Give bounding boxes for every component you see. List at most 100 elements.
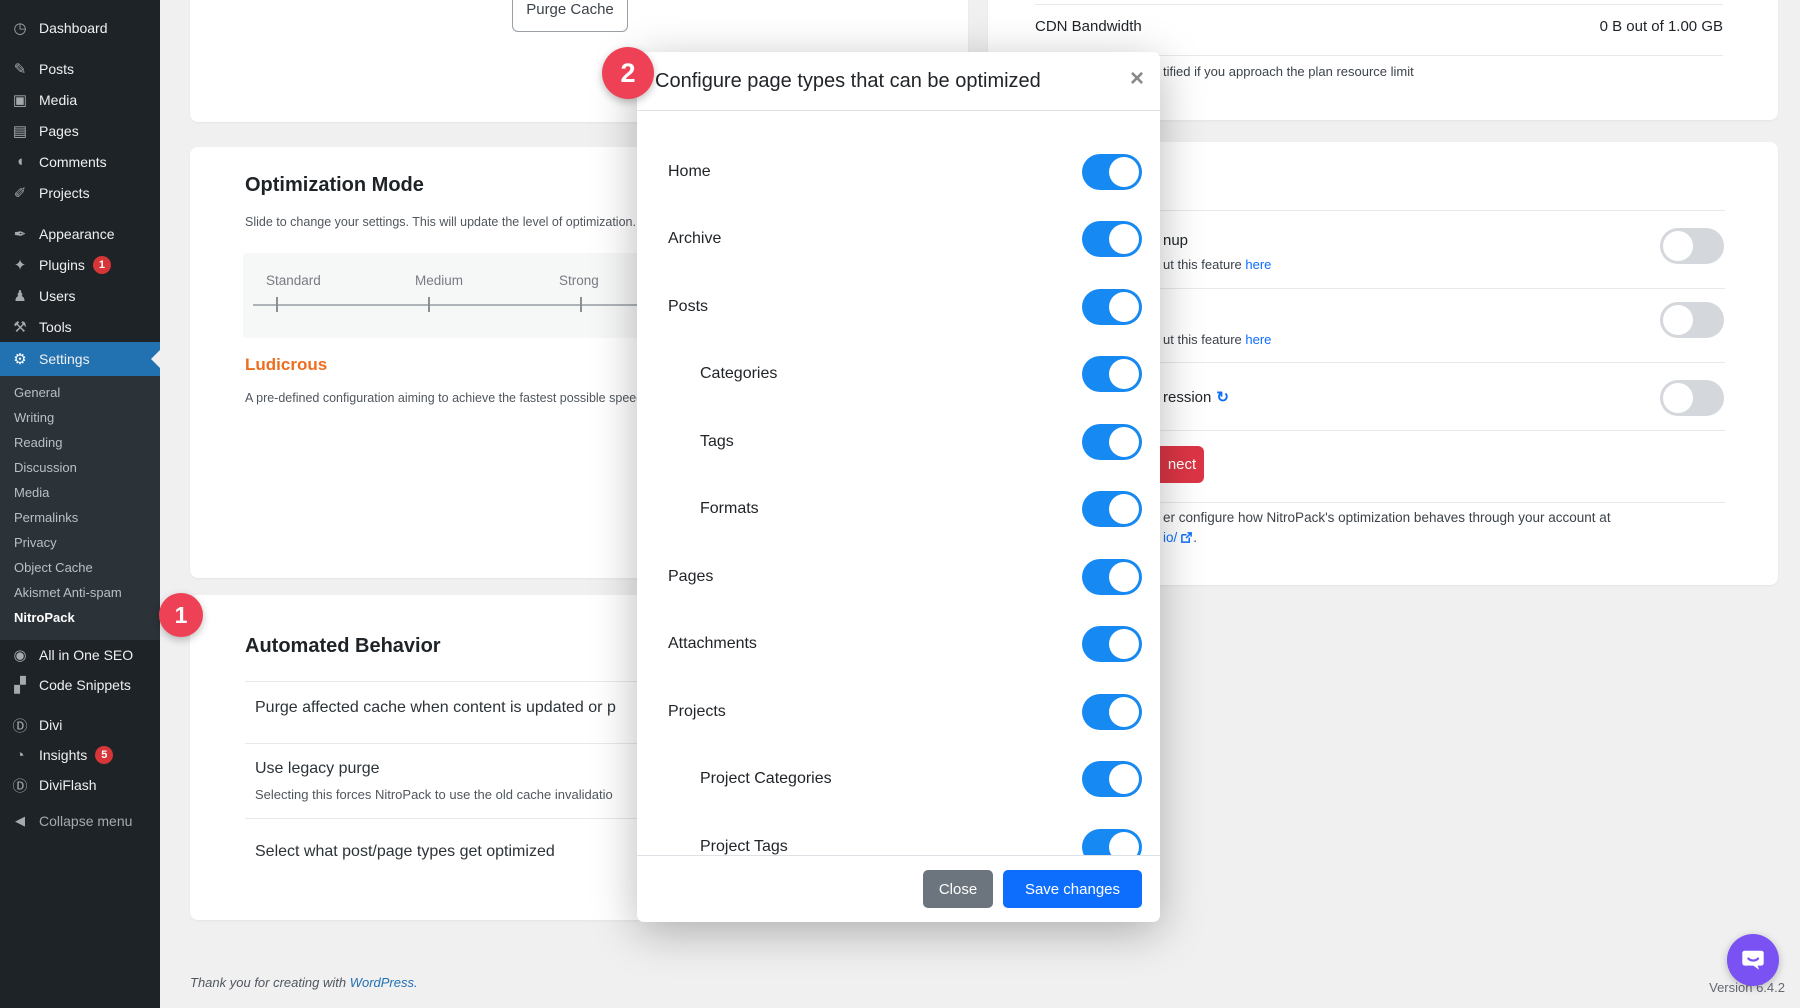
divi-icon: Ⓓ: [10, 715, 30, 736]
save-changes-button[interactable]: Save changes: [1003, 870, 1142, 908]
plugins-icon: ✦: [10, 256, 30, 274]
feature-1-here-link[interactable]: here: [1245, 257, 1271, 272]
page-type-row-tags: Tags: [637, 424, 1160, 460]
disconnect-button[interactable]: nect: [1160, 446, 1204, 483]
page-type-row-posts: Posts: [637, 289, 1160, 325]
sidebar-item-comments[interactable]: ◖ Comments: [0, 146, 160, 177]
toggle-attachments[interactable]: [1082, 626, 1142, 662]
chat-widget-button[interactable]: [1727, 934, 1779, 986]
sidebar-main-menu: ◷Dashboard ✎Posts ▣Media ▤Pages ◖ Comment…: [0, 12, 160, 376]
sidebar-item-label: All in One SEO: [39, 647, 133, 663]
toggle-projects[interactable]: [1082, 694, 1142, 730]
page-type-label: Pages: [668, 559, 713, 595]
page-type-row-projects: Projects: [637, 694, 1160, 730]
page-type-row-pages: Pages: [637, 559, 1160, 595]
sidebar-item-plugins[interactable]: ✦Plugins1: [0, 249, 160, 280]
sidebar-item-diviflash[interactable]: ⒹDiviFlash: [0, 770, 160, 800]
purge-cache-button[interactable]: Purge Cache: [512, 0, 628, 32]
sidebar-item-label: Users: [39, 288, 76, 304]
wordpress-link[interactable]: WordPress.: [350, 975, 418, 990]
slider-tick: [428, 297, 430, 312]
sidebar-item-divi[interactable]: ⒹDivi: [0, 710, 160, 740]
feature-1-toggle[interactable]: [1660, 228, 1724, 264]
sidebar-item-all-in-one-seo[interactable]: ◉All in One SEO: [0, 640, 160, 670]
tools-icon: ⚒: [10, 318, 30, 336]
submenu-item-media[interactable]: Media: [0, 480, 160, 505]
page-type-row-categories: Categories: [637, 356, 1160, 392]
submenu-item-nitropack[interactable]: NitroPack: [0, 605, 160, 630]
feature-1-note: ut this feature here: [1163, 257, 1271, 272]
page-type-label: Project Categories: [700, 761, 832, 797]
automated-behavior-title: Automated Behavior: [245, 635, 441, 658]
sidebar-item-label: DiviFlash: [39, 777, 97, 793]
sidebar-item-label: Dashboard: [39, 20, 108, 36]
selected-mode-name: Ludicrous: [245, 355, 327, 375]
sidebar-item-media[interactable]: ▣Media: [0, 84, 160, 115]
admin-sidebar: ◷Dashboard ✎Posts ▣Media ▤Pages ◖ Comment…: [0, 0, 160, 1008]
toggle-knob: [1663, 383, 1693, 413]
collapse-menu-button[interactable]: ◀ Collapse menu: [0, 806, 160, 836]
select-post-page-types-label: Select what post/page types get optimize…: [255, 843, 555, 861]
active-item-arrow: [142, 350, 160, 368]
feature-2-toggle[interactable]: [1660, 302, 1724, 338]
toggle-tags[interactable]: [1082, 424, 1142, 460]
toggle-knob: [1109, 359, 1139, 389]
toggle-knob: [1109, 562, 1139, 592]
page-types-modal: Configure page types that can be optimiz…: [637, 52, 1160, 922]
users-icon: ♟: [10, 287, 30, 305]
slider-tick: [580, 297, 582, 312]
sidebar-item-dashboard[interactable]: ◷Dashboard: [0, 12, 160, 43]
cdn-bandwidth-value: 0 B out of 1.00 GB: [1600, 18, 1723, 35]
sidebar-item-posts[interactable]: ✎Posts: [0, 53, 160, 84]
sidebar-item-label: Insights: [39, 747, 87, 763]
toggle-archive[interactable]: [1082, 221, 1142, 257]
sidebar-item-label: Projects: [39, 185, 90, 201]
submenu-item-akismet[interactable]: Akismet Anti-spam: [0, 580, 160, 605]
settings-icon: ⚙: [10, 350, 30, 368]
sidebar-item-users[interactable]: ♟ Users: [0, 280, 160, 311]
close-button[interactable]: Close: [923, 870, 993, 908]
submenu-item-object-cache[interactable]: Object Cache: [0, 555, 160, 580]
submenu-item-general[interactable]: General: [0, 380, 160, 405]
sidebar-item-settings[interactable]: ⚙Settings: [0, 342, 160, 376]
footer-thanks-text: Thank you for creating with WordPress.: [190, 975, 418, 990]
submenu-item-privacy[interactable]: Privacy: [0, 530, 160, 555]
refresh-icon[interactable]: ↻: [1216, 389, 1229, 406]
page-type-label: Attachments: [668, 626, 757, 662]
toggle-formats[interactable]: [1082, 491, 1142, 527]
submenu-item-permalinks[interactable]: Permalinks: [0, 505, 160, 530]
page-type-label: Projects: [668, 694, 726, 730]
toggle-project-tags[interactable]: [1082, 829, 1142, 855]
submenu-item-writing[interactable]: Writing: [0, 405, 160, 430]
comments-icon: ◖: [10, 153, 30, 170]
insights-icon: ◔: [10, 747, 30, 764]
feature-2-note-text: ut this feature: [1163, 332, 1245, 347]
sidebar-item-label: Comments: [39, 154, 107, 170]
slider-tick: [276, 297, 278, 312]
submenu-item-reading[interactable]: Reading: [0, 430, 160, 455]
toggle-posts[interactable]: [1082, 289, 1142, 325]
optimization-mode-title: Optimization Mode: [245, 174, 424, 197]
sidebar-plugins-menu: ◉All in One SEO ▞Code Snippets ⒹDivi ◔ In…: [0, 640, 160, 800]
collapse-arrow-icon: ◀: [10, 813, 30, 829]
toggle-categories[interactable]: [1082, 356, 1142, 392]
sidebar-item-pages[interactable]: ▤Pages: [0, 115, 160, 146]
toggle-home[interactable]: [1082, 154, 1142, 190]
feature-3-toggle[interactable]: [1660, 380, 1724, 416]
slider-label-medium: Medium: [415, 273, 463, 288]
sidebar-item-tools[interactable]: ⚒Tools: [0, 311, 160, 342]
toggle-pages[interactable]: [1082, 559, 1142, 595]
sidebar-item-appearance[interactable]: ✒Appearance: [0, 218, 160, 249]
feature-2-here-link[interactable]: here: [1245, 332, 1271, 347]
close-icon[interactable]: ×: [1130, 64, 1144, 94]
sidebar-item-projects[interactable]: ✐Projects: [0, 177, 160, 208]
toggle-knob: [1109, 494, 1139, 524]
toggle-knob: [1109, 764, 1139, 794]
account-note-suffix: .: [1193, 530, 1197, 545]
sidebar-item-insights[interactable]: ◔Insights5: [0, 740, 160, 770]
sidebar-item-code-snippets[interactable]: ▞Code Snippets: [0, 670, 160, 700]
plugins-update-badge: 1: [93, 256, 111, 274]
toggle-project-categories[interactable]: [1082, 761, 1142, 797]
submenu-item-discussion[interactable]: Discussion: [0, 455, 160, 480]
account-url-link[interactable]: io/: [1163, 530, 1177, 545]
